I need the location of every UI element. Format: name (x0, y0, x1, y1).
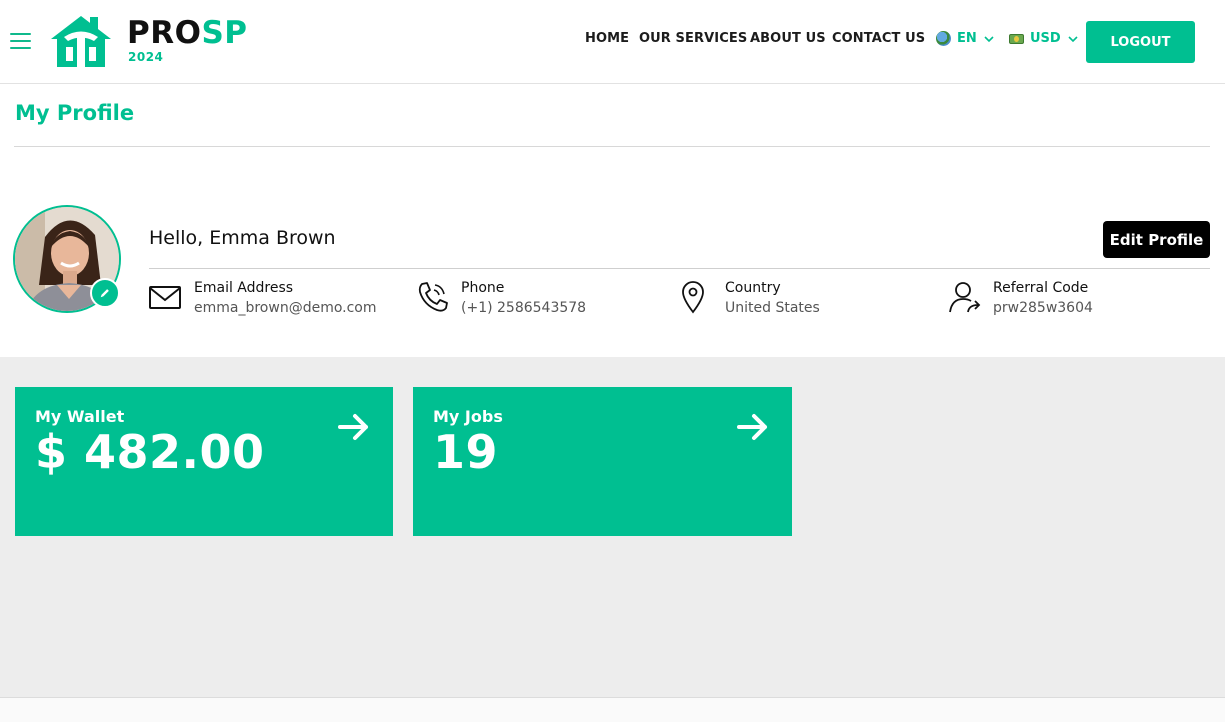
jobs-card-title: My Jobs (433, 407, 503, 426)
arrow-right-icon[interactable] (337, 412, 371, 442)
map-pin-icon (682, 281, 704, 314)
greeting-text: Hello, Emma Brown (149, 227, 336, 249)
globe-icon (936, 31, 951, 46)
brand-name[interactable]: PROSP (127, 15, 248, 51)
money-icon (1009, 33, 1024, 44)
wallet-card-title: My Wallet (35, 407, 125, 426)
chevron-down-icon (984, 35, 994, 42)
jobs-card[interactable]: My Jobs 19 (413, 387, 792, 536)
brand-pro-text: PRO (127, 15, 202, 51)
pencil-icon (100, 289, 109, 298)
info-email-value: emma_brown@demo.com (194, 300, 377, 316)
title-divider (14, 146, 1210, 147)
arrow-right-icon[interactable] (736, 412, 770, 442)
logout-button[interactable]: LOGOUT (1086, 21, 1195, 63)
nav-home[interactable]: HOME (585, 31, 629, 46)
wallet-card[interactable]: My Wallet $ 482.00 (15, 387, 393, 536)
info-country-label: Country (725, 280, 781, 296)
profile-section: My Profile Hello, Emma Brown Edit Profil… (0, 84, 1225, 357)
chevron-down-icon (1068, 35, 1078, 42)
info-country: Country United States (680, 280, 820, 318)
info-referral-label: Referral Code (993, 280, 1089, 296)
logo-house-icon[interactable] (48, 13, 114, 69)
edit-profile-button[interactable]: Edit Profile (1103, 221, 1210, 258)
envelope-icon (149, 286, 181, 309)
brand-sp-text: SP (201, 15, 248, 51)
info-phone-label: Phone (461, 280, 505, 296)
edit-avatar-button[interactable] (90, 278, 120, 308)
info-email-label: Email Address (194, 280, 294, 296)
language-selector[interactable]: EN (936, 31, 995, 46)
info-divider (149, 268, 1210, 269)
info-referral: Referral Code prw285w3604 (948, 280, 1093, 318)
footer-strip (0, 697, 1225, 722)
currency-selector[interactable]: USD (1009, 31, 1079, 46)
brand-year: 2024 (128, 50, 164, 64)
wallet-card-value: $ 482.00 (35, 425, 265, 479)
info-referral-value: prw285w3604 (993, 300, 1093, 316)
info-phone-value: (+1) 2586543578 (461, 300, 587, 316)
jobs-card-value: 19 (433, 425, 499, 479)
info-country-value: United States (725, 300, 820, 316)
nav-about-us[interactable]: ABOUT US (750, 31, 826, 46)
user-share-icon (949, 282, 981, 313)
nav-our-services[interactable]: OUR SERVICES (639, 31, 747, 46)
top-header: PROSP 2024 HOME OUR SERVICES ABOUT US CO… (0, 0, 1225, 84)
hamburger-menu-icon[interactable] (10, 33, 31, 50)
phone-icon (418, 282, 448, 312)
language-value: EN (957, 31, 977, 46)
nav-contact-us[interactable]: CONTACT US (832, 31, 925, 46)
info-email: Email Address emma_brown@demo.com (149, 280, 377, 318)
currency-value: USD (1030, 31, 1061, 46)
info-phone: Phone (+1) 2586543578 (416, 280, 586, 318)
page-title: My Profile (15, 101, 135, 125)
